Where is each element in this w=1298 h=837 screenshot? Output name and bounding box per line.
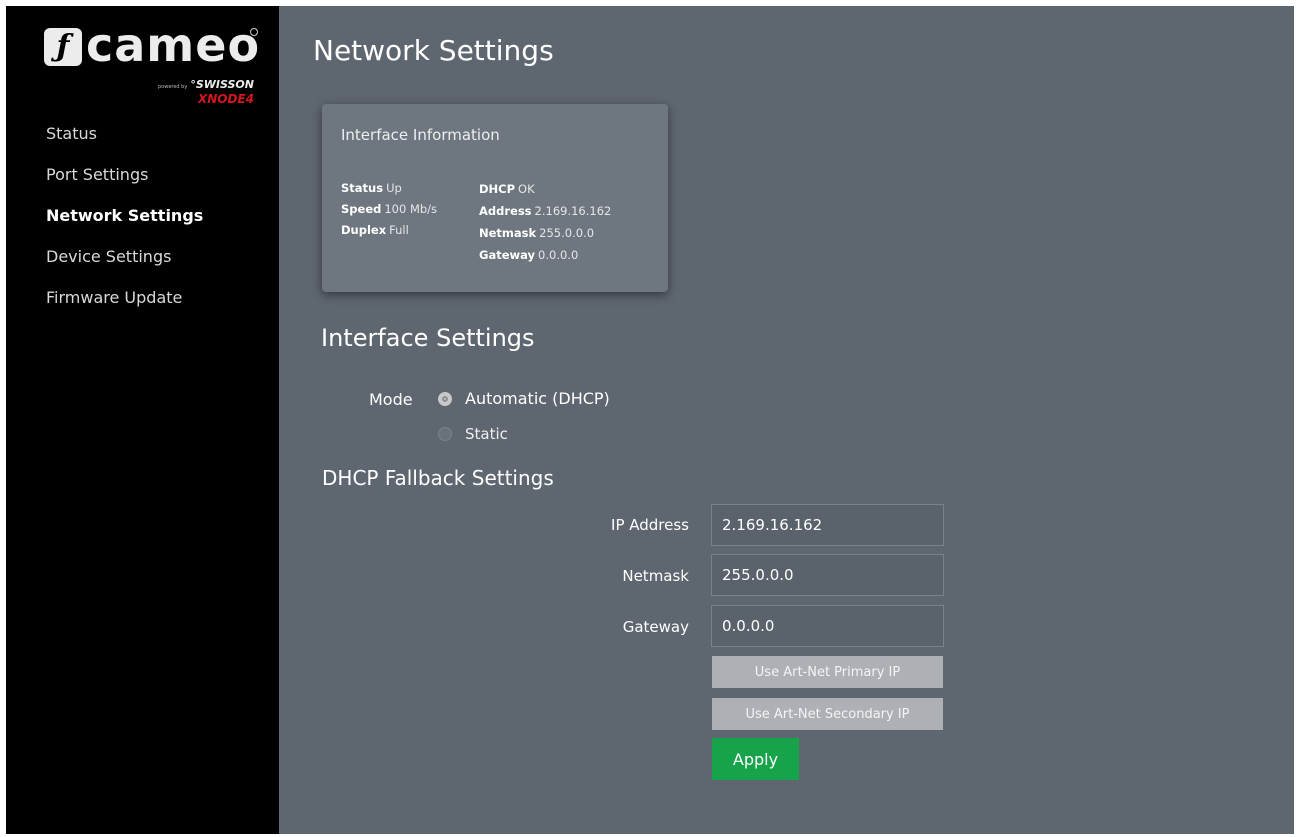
logo-mark-icon: ƒ: [44, 28, 82, 66]
logo-wordmark: cameo: [86, 18, 261, 72]
dhcp-row: DHCP OK: [479, 182, 535, 196]
interface-info-left-column: Status Up Speed 100 Mb/s Duplex Full: [341, 178, 437, 241]
interface-information-title: Interface Information: [341, 126, 500, 144]
speed-value: 100 Mb/s: [384, 202, 438, 216]
interface-settings-title: Interface Settings: [321, 324, 535, 352]
sidebar-nav: Status Port Settings Network Settings De…: [46, 120, 203, 325]
use-artnet-secondary-ip-button[interactable]: Use Art-Net Secondary IP: [712, 698, 943, 730]
status-value: Up: [386, 181, 402, 195]
gateway-value: 0.0.0.0: [538, 248, 579, 262]
sidebar-item-network-settings[interactable]: Network Settings: [46, 202, 203, 243]
main-content: Network Settings Interface Information S…: [279, 6, 1294, 834]
mode-option-static-label: Static: [465, 425, 508, 443]
sidebar-item-status[interactable]: Status: [46, 120, 203, 161]
gateway-input[interactable]: [711, 605, 944, 647]
cameo-logo: ƒ cameo powered by °SWISSON XNODE4: [42, 18, 259, 112]
netmask-label: Netmask: [622, 567, 689, 585]
duplex-row: Duplex Full: [341, 223, 409, 237]
mode-option-static[interactable]: Static: [438, 425, 508, 443]
status-row: Status Up: [341, 181, 402, 195]
dhcp-value: OK: [518, 182, 535, 196]
sidebar-item-device-settings[interactable]: Device Settings: [46, 243, 203, 284]
interface-info-right-column: DHCP OK Address 2.169.16.162 Netmask 255.0.…: [479, 178, 611, 266]
mode-option-automatic-label: Automatic (DHCP): [465, 389, 610, 408]
logo-powered-by: powered by °SWISSON: [158, 78, 254, 91]
radio-checked-icon[interactable]: [438, 391, 452, 406]
ip-address-input[interactable]: [711, 504, 944, 546]
sidebar-item-firmware-update[interactable]: Firmware Update: [46, 284, 203, 325]
sidebar-item-port-settings[interactable]: Port Settings: [46, 161, 203, 202]
duplex-value: Full: [389, 223, 409, 237]
mode-label: Mode: [369, 390, 413, 409]
netmask-row: Netmask 255.0.0.0: [479, 226, 595, 240]
registered-icon: [250, 28, 258, 36]
app-frame: ƒ cameo powered by °SWISSON XNODE4 Status…: [6, 6, 1294, 834]
speed-row: Speed 100 Mb/s: [341, 202, 438, 216]
gateway-row: Gateway 0.0.0.0: [479, 248, 579, 262]
netmask-input[interactable]: [711, 554, 944, 596]
logo-product-name: XNODE4: [197, 92, 254, 106]
address-row: Address 2.169.16.162: [479, 204, 612, 218]
address-value: 2.169.16.162: [534, 204, 612, 218]
interface-information-card: Interface Information Status Up Speed 100 …: [322, 104, 668, 292]
radio-unchecked-icon[interactable]: [438, 427, 452, 441]
page-title: Network Settings: [313, 34, 554, 67]
apply-button[interactable]: Apply: [712, 738, 799, 780]
sidebar: ƒ cameo powered by °SWISSON XNODE4 Status…: [6, 6, 279, 834]
ip-address-label: IP Address: [611, 516, 689, 534]
use-artnet-primary-ip-button[interactable]: Use Art-Net Primary IP: [712, 656, 943, 688]
mode-option-automatic[interactable]: Automatic (DHCP): [438, 389, 610, 408]
gateway-label: Gateway: [622, 618, 689, 636]
dhcp-fallback-title: DHCP Fallback Settings: [322, 466, 554, 490]
netmask-value: 255.0.0.0: [539, 226, 595, 240]
